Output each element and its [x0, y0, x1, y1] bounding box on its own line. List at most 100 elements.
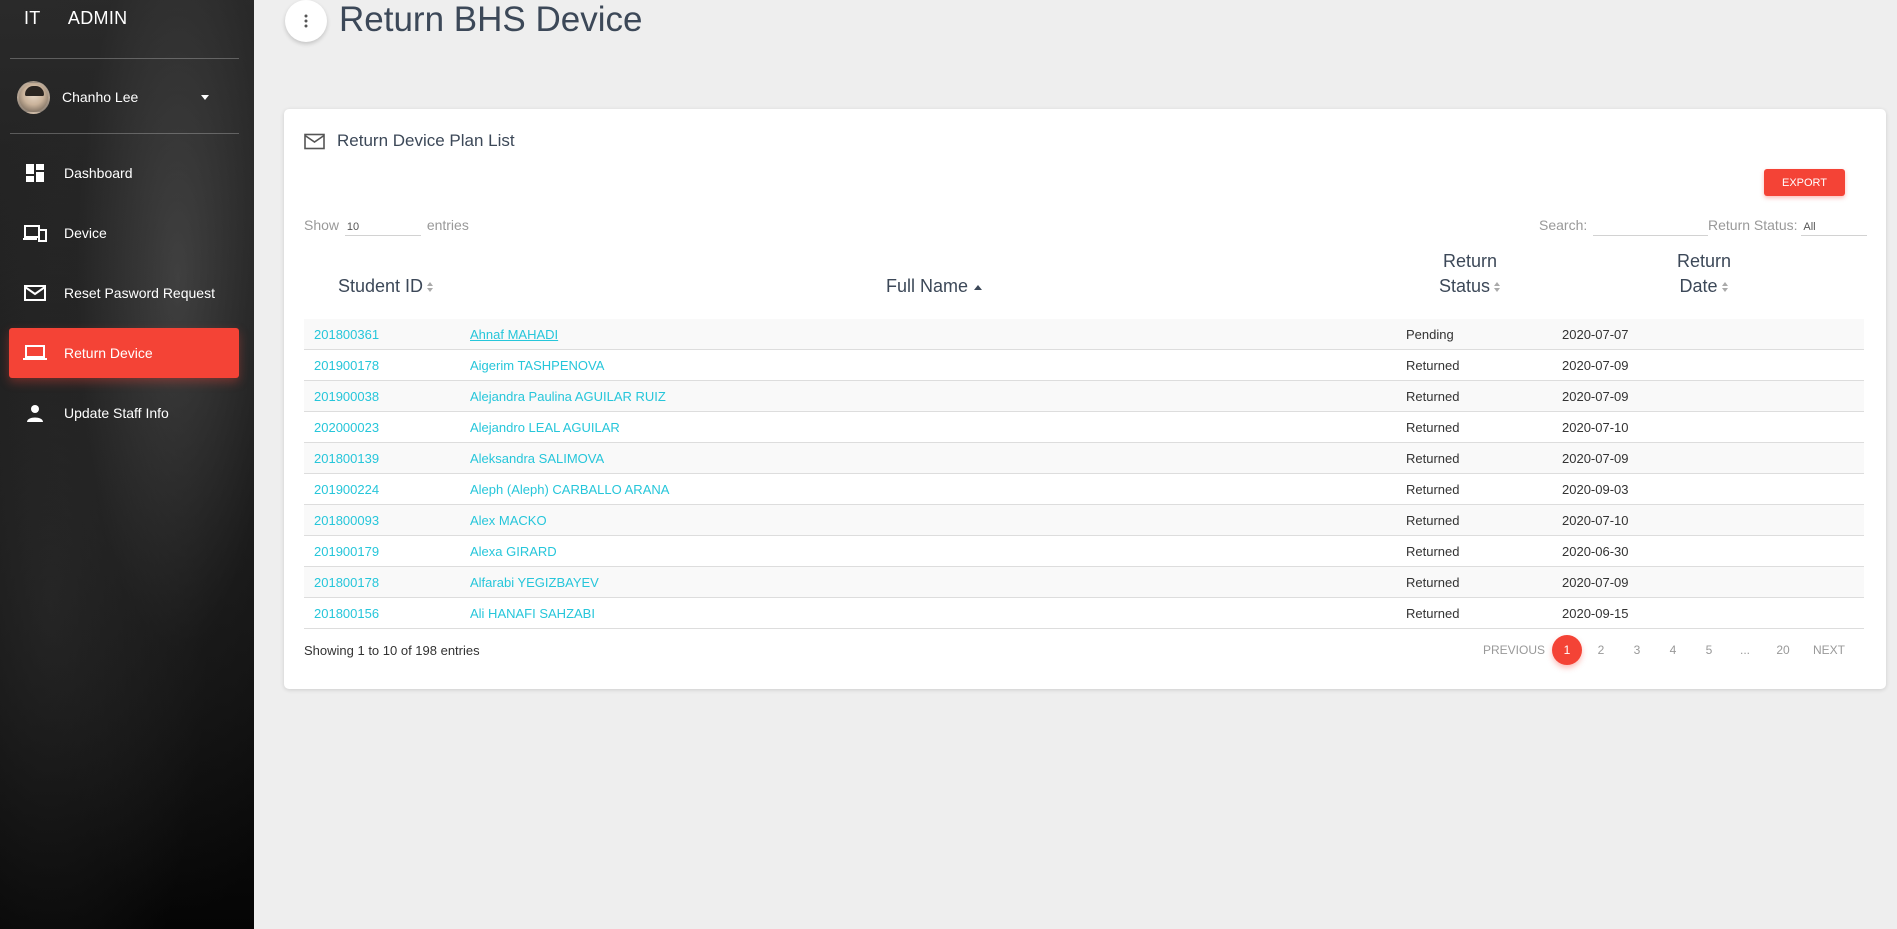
page-button-3[interactable]: 3 [1622, 635, 1652, 665]
return-status: Returned [1406, 389, 1460, 404]
page-button-5[interactable]: 5 [1694, 635, 1724, 665]
search-label: Search: [1539, 217, 1588, 233]
student-id-link[interactable]: 201800178 [314, 575, 379, 590]
mail-icon [304, 133, 325, 149]
sidebar-item-label: Dashboard [64, 165, 133, 181]
export-button[interactable]: EXPORT [1764, 169, 1845, 196]
column-header-full-name[interactable]: Full Name [886, 274, 983, 299]
return-status: Returned [1406, 358, 1460, 373]
column-header-label: Status [1438, 276, 1491, 296]
column-header-return-status[interactable]: Return Status [1430, 249, 1510, 299]
student-name-link[interactable]: Aigerim TASHPENOVA [470, 358, 604, 373]
student-name-link[interactable]: Aleph (Aleph) CARBALLO ARANA [470, 482, 669, 497]
student-id-link[interactable]: 201900178 [314, 358, 379, 373]
sidebar-item-return-device[interactable]: Return Device [9, 328, 239, 378]
table-row: 201800156 Ali HANAFI SAHZABI Returned 20… [304, 598, 1864, 629]
student-id-link[interactable]: 201800156 [314, 606, 379, 621]
student-id-link[interactable]: 202000023 [314, 420, 379, 435]
student-name-link[interactable]: Alex MACKO [470, 513, 547, 528]
table-body: 201800361 Ahnaf MAHADI Pending 2020-07-0… [304, 319, 1864, 629]
page-ellipsis: ... [1739, 643, 1750, 657]
sidebar-item-update-staff[interactable]: Update Staff Info [9, 388, 239, 438]
card-title: Return Device Plan List [337, 131, 515, 150]
return-date: 2020-07-10 [1562, 513, 1629, 528]
student-name-link[interactable]: Alexa GIRARD [470, 544, 557, 559]
return-date: 2020-09-03 [1562, 482, 1629, 497]
return-status: Returned [1406, 513, 1460, 528]
table-row: 201900178 Aigerim TASHPENOVA Returned 20… [304, 350, 1864, 381]
brand-logo[interactable]: IT ADMIN [24, 8, 127, 29]
next-button[interactable]: NEXT [1806, 635, 1852, 665]
more-vert-icon [304, 14, 308, 28]
student-name-link[interactable]: Alejandra Paulina AGUILAR RUIZ [470, 389, 666, 404]
return-date: 2020-07-07 [1562, 327, 1629, 342]
column-header-return-date[interactable]: Return Date [1664, 249, 1744, 299]
table-header: Student ID Full Name Return Status Retur… [304, 251, 1864, 319]
table-row: 201800139 Aleksandra SALIMOVA Returned 2… [304, 443, 1864, 474]
brand-full: ADMIN [67, 8, 128, 28]
more-menu-button[interactable] [285, 0, 327, 42]
sidebar-item-label: Return Device [64, 345, 153, 361]
student-name-link[interactable]: Ali HANAFI SAHZABI [470, 606, 595, 621]
student-name-link[interactable]: Ahnaf MAHADI [470, 327, 558, 342]
page-button-2[interactable]: 2 [1586, 635, 1616, 665]
table-row: 202000023 Alejandro LEAL AGUILAR Returne… [304, 412, 1864, 443]
page-title: Return BHS Device [339, 0, 643, 39]
return-date: 2020-09-15 [1562, 606, 1629, 621]
return-status: Returned [1406, 575, 1460, 590]
status-filter-select[interactable] [1801, 219, 1868, 236]
search-input[interactable] [1593, 219, 1709, 236]
student-id-link[interactable]: 201900224 [314, 482, 379, 497]
laptop-icon [23, 341, 47, 365]
student-name-link[interactable]: Alejandro LEAL AGUILAR [470, 420, 620, 435]
return-date: 2020-07-09 [1562, 358, 1629, 373]
student-id-link[interactable]: 201800139 [314, 451, 379, 466]
user-name: Chanho Lee [62, 89, 139, 105]
user-menu[interactable]: Chanho Lee [17, 80, 237, 114]
sort-asc-icon [974, 284, 983, 290]
table-row: 201800093 Alex MACKO Returned 2020-07-10 [304, 505, 1864, 536]
sort-icon [1494, 282, 1501, 293]
sidebar-nav: Dashboard Device Reset Pasword Request R… [9, 148, 239, 448]
student-id-link[interactable]: 201900179 [314, 544, 379, 559]
return-date: 2020-07-09 [1562, 451, 1629, 466]
devices-icon [23, 221, 47, 245]
length-control: Show entries [304, 217, 469, 236]
mail-icon [23, 281, 47, 305]
sidebar-item-device[interactable]: Device [9, 208, 239, 258]
student-id-link[interactable]: 201800093 [314, 513, 379, 528]
page-button-1[interactable]: 1 [1552, 635, 1582, 665]
entries-label: entries [426, 217, 469, 233]
show-label: Show [304, 217, 340, 233]
return-date: 2020-07-10 [1562, 420, 1629, 435]
page-button-20[interactable]: 20 [1766, 635, 1800, 665]
table-row: 201900179 Alexa GIRARD Returned 2020-06-… [304, 536, 1864, 567]
table-row: 201900038 Alejandra Paulina AGUILAR RUIZ… [304, 381, 1864, 412]
student-name-link[interactable]: Alfarabi YEGIZBAYEV [470, 575, 599, 590]
sidebar-item-dashboard[interactable]: Dashboard [9, 148, 239, 198]
sidebar: IT ADMIN Chanho Lee Dashboard Device Res… [0, 0, 254, 929]
column-header-student-id[interactable]: Student ID [338, 274, 434, 299]
previous-button[interactable]: PREVIOUS [1479, 635, 1549, 665]
dashboard-icon [23, 161, 47, 185]
sidebar-item-reset-password[interactable]: Reset Pasword Request [9, 268, 239, 318]
return-date: 2020-07-09 [1562, 575, 1629, 590]
return-status: Pending [1406, 327, 1454, 342]
entries-select[interactable] [344, 219, 421, 236]
brand-short: IT [24, 8, 41, 28]
return-status: Returned [1406, 420, 1460, 435]
student-name-link[interactable]: Aleksandra SALIMOVA [470, 451, 604, 466]
student-id-link[interactable]: 201900038 [314, 389, 379, 404]
column-header-label: Full Name [886, 276, 969, 296]
return-status: Returned [1406, 606, 1460, 621]
status-filter-label: Return Status: [1708, 217, 1798, 233]
return-status: Returned [1406, 544, 1460, 559]
sort-icon [427, 282, 434, 293]
sort-icon [1721, 282, 1729, 293]
column-header-label: Return [1676, 251, 1732, 271]
page-button-4[interactable]: 4 [1658, 635, 1688, 665]
student-id-link[interactable]: 201800361 [314, 327, 379, 342]
table-row: 201800361 Ahnaf MAHADI Pending 2020-07-0… [304, 319, 1864, 350]
column-header-label: Date [1679, 276, 1718, 296]
sidebar-item-label: Device [64, 225, 107, 241]
